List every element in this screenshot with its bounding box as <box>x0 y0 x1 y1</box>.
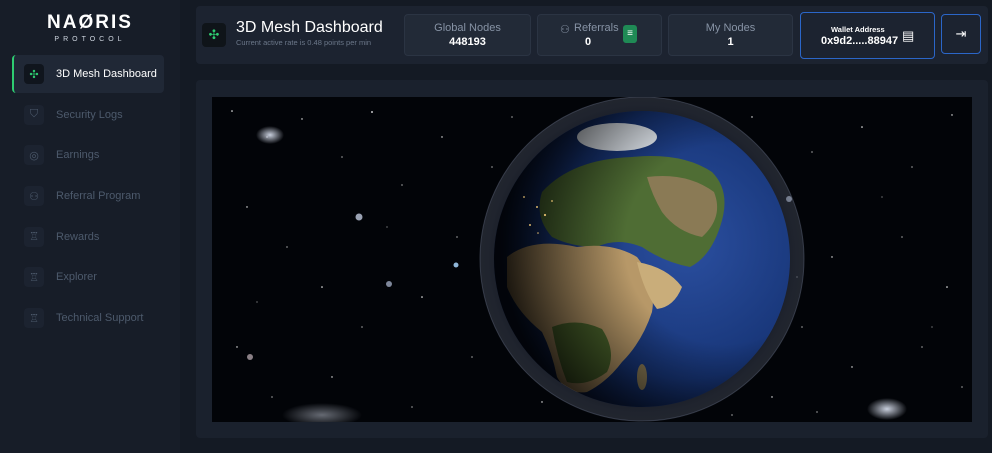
sidebar-item-3d-mesh-dashboard[interactable]: ✣ 3D Mesh Dashboard <box>12 55 164 93</box>
galaxy-shape <box>867 398 907 420</box>
document-icon[interactable]: ≡ <box>623 25 637 43</box>
referrals-value: 0 <box>585 36 592 48</box>
active-rate-text: Current active rate is 0.48 points per m… <box>236 38 372 47</box>
my-nodes-label: My Nodes <box>705 22 756 34</box>
sidebar-item-technical-support[interactable]: ♖ Technical Support <box>12 299 164 337</box>
earth-globe <box>494 111 790 407</box>
wallet-address-card[interactable]: Wallet Address 0x9d2.....88947 ▤ <box>800 12 935 59</box>
sidebar-item-explorer[interactable]: ♖ Explorer <box>12 258 164 296</box>
sidebar-item-security-logs[interactable]: ⛉ Security Logs <box>12 96 164 134</box>
global-nodes-value: 448193 <box>449 36 486 48</box>
planet-shape <box>453 262 459 268</box>
sidebar-item-rewards[interactable]: ♖ Rewards <box>12 218 164 256</box>
global-nodes-label: Global Nodes <box>434 22 501 34</box>
sidebar-item-label: Rewards <box>56 230 100 243</box>
my-nodes-card: My Nodes 1 <box>668 14 793 56</box>
globe-scene <box>231 97 963 422</box>
galaxy-shape <box>256 126 284 144</box>
users-icon: ⚇ <box>24 186 44 207</box>
wallet-address-label: Wallet Address <box>831 25 885 34</box>
sidebar-item-earnings[interactable]: ◎ Earnings <box>12 136 164 174</box>
planet-shape <box>386 281 392 287</box>
sidebar-nav: ✣ 3D Mesh Dashboard ⛉ Security Logs ◎ Ea… <box>12 55 164 340</box>
global-nodes-card: Global Nodes 448193 <box>404 14 531 56</box>
sidebar-item-referral-program[interactable]: ⚇ Referral Program <box>12 177 164 215</box>
copy-icon[interactable]: ▤ <box>902 28 914 44</box>
sidebar-item-label: Earnings <box>56 149 100 162</box>
logout-button[interactable]: ⇥ <box>941 14 981 54</box>
planet-shape <box>247 354 253 360</box>
wallet-address-value: 0x9d2.....88947 <box>821 35 899 47</box>
trophy-icon: ♖ <box>24 267 44 288</box>
brand-name: NAØRIS <box>47 12 133 33</box>
referrals-label: Referrals <box>574 22 619 34</box>
shield-icon: ⛉ <box>24 104 44 125</box>
users-icon: ⚇ <box>560 24 570 36</box>
sidebar: NAØRIS PROTOCOL ✣ 3D Mesh Dashboard ⛉ Se… <box>0 0 180 453</box>
sidebar-item-label: Referral Program <box>56 190 141 203</box>
sidebar-item-label: Explorer <box>56 271 97 284</box>
galaxy-shape <box>282 403 362 422</box>
globe-viewport[interactable] <box>212 97 972 422</box>
mesh-icon: ✣ <box>24 64 44 84</box>
main-panel <box>196 80 988 438</box>
sidebar-item-label: Technical Support <box>56 312 144 325</box>
sidebar-item-label: 3D Mesh Dashboard <box>56 68 157 80</box>
referrals-card: ⚇ Referrals 0 ≡ <box>537 14 662 56</box>
page-title: 3D Mesh Dashboard <box>236 19 383 36</box>
sidebar-item-label: Security Logs <box>56 108 123 121</box>
trophy-icon: ♖ <box>24 308 44 329</box>
planet-shape <box>355 213 363 221</box>
header-bar: ✣ 3D Mesh Dashboard Current active rate … <box>196 6 988 64</box>
brand-logo[interactable]: NAØRIS PROTOCOL <box>0 12 180 43</box>
mesh-icon: ✣ <box>202 23 226 47</box>
trophy-icon: ♖ <box>24 226 44 247</box>
brand-subtitle: PROTOCOL <box>54 36 126 43</box>
coins-icon: ◎ <box>24 145 44 166</box>
logout-icon: ⇥ <box>955 26 967 41</box>
my-nodes-value: 1 <box>727 36 734 48</box>
